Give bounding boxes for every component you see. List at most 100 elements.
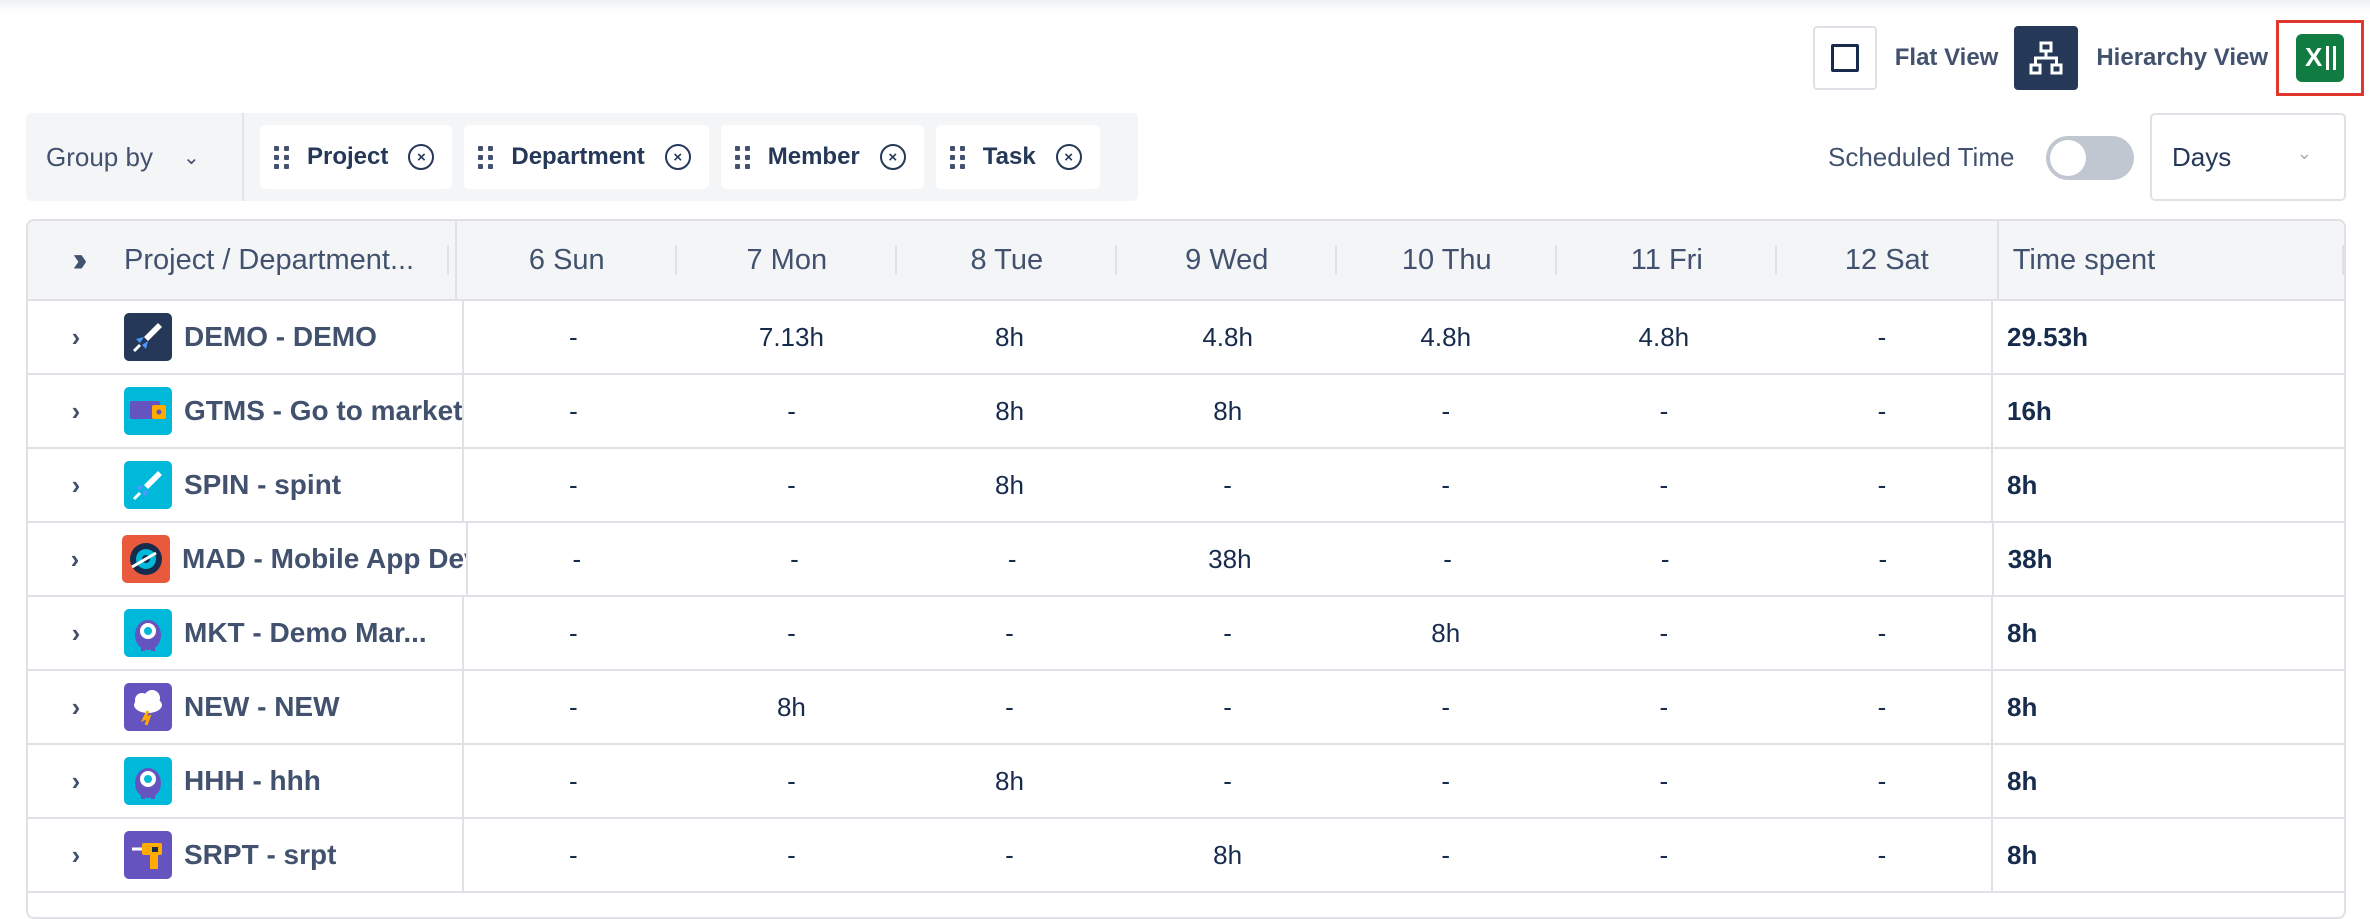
drag-handle-icon[interactable]: [274, 145, 289, 169]
day-cell[interactable]: -: [683, 375, 901, 447]
day-cell[interactable]: -: [1555, 671, 1773, 743]
day-cell[interactable]: -: [1555, 375, 1773, 447]
column-resize-handle[interactable]: [446, 245, 449, 275]
day-cell[interactable]: 7.13h: [682, 301, 900, 373]
day-cell[interactable]: -: [1773, 671, 1991, 743]
day-cell[interactable]: -: [1773, 745, 1991, 817]
project-name[interactable]: GTMS - Go to market: [184, 395, 462, 427]
day-cell[interactable]: -: [1119, 597, 1337, 669]
table-row[interactable]: › SRPT - srpt - - -8h - - -8h: [28, 819, 2344, 893]
row-project-cell[interactable]: › SRPT - srpt: [28, 819, 465, 891]
header-day[interactable]: 8 Tue: [897, 221, 1117, 299]
day-cell[interactable]: -: [900, 671, 1118, 743]
day-cell[interactable]: -: [682, 819, 900, 891]
day-cell[interactable]: -: [1119, 745, 1337, 817]
header-day[interactable]: 6 Sun: [457, 221, 677, 299]
day-cell[interactable]: -: [1773, 819, 1991, 891]
day-cell[interactable]: -: [1555, 597, 1773, 669]
table-row[interactable]: › HHH - hhh - -8h - - - -8h: [28, 745, 2344, 819]
day-cell[interactable]: 8h: [682, 671, 900, 743]
group-chip-task[interactable]: Task ×: [935, 125, 1100, 189]
day-cell[interactable]: -: [1337, 375, 1555, 447]
chevron-right-icon[interactable]: ›: [28, 618, 124, 649]
day-cell[interactable]: 8h: [901, 375, 1119, 447]
chevron-right-icon[interactable]: ›: [28, 322, 124, 353]
day-cell[interactable]: -: [1555, 449, 1773, 521]
project-name[interactable]: SPIN - spint: [184, 469, 341, 501]
header-day[interactable]: 10 Thu: [1337, 221, 1557, 299]
day-cell[interactable]: -: [900, 819, 1118, 891]
day-cell[interactable]: 8h: [1119, 375, 1337, 447]
group-chip-department[interactable]: Department ×: [464, 125, 709, 189]
day-cell[interactable]: -: [1773, 597, 1991, 669]
project-name[interactable]: HHH - hhh: [184, 765, 321, 797]
day-cell[interactable]: -: [464, 301, 682, 373]
day-cell[interactable]: -: [1555, 745, 1773, 817]
project-name[interactable]: MKT - Demo Mar...: [184, 617, 427, 649]
header-day[interactable]: 9 Wed: [1117, 221, 1337, 299]
day-cell[interactable]: 8h: [1337, 597, 1555, 669]
remove-circle-icon[interactable]: ×: [879, 144, 906, 170]
day-cell[interactable]: -: [1773, 301, 1991, 373]
day-cell[interactable]: -: [1555, 819, 1773, 891]
day-cell[interactable]: -: [900, 597, 1118, 669]
day-cell[interactable]: -: [1339, 523, 1557, 595]
day-cell[interactable]: -: [1774, 523, 1992, 595]
table-row[interactable]: › MAD - Mobile App Dev - - -38h - - -38h: [28, 523, 2344, 597]
day-cell[interactable]: -: [468, 523, 686, 595]
export-excel-button[interactable]: X: [2276, 20, 2364, 96]
table-row[interactable]: › NEW - NEW -8h - - - - -8h: [28, 671, 2344, 745]
day-cell[interactable]: 38h: [1121, 523, 1339, 595]
day-cell[interactable]: -: [1119, 449, 1337, 521]
chevron-right-icon[interactable]: ›: [28, 544, 122, 575]
header-day[interactable]: 11 Fri: [1557, 221, 1777, 299]
day-cell[interactable]: -: [1773, 375, 1991, 447]
group-chip-member[interactable]: Member ×: [720, 125, 924, 189]
row-project-cell[interactable]: › GTMS - Go to market: [28, 375, 465, 447]
day-cell[interactable]: -: [1337, 671, 1555, 743]
day-cell[interactable]: -: [464, 819, 682, 891]
chevron-right-icon[interactable]: ›: [28, 396, 124, 427]
day-cell[interactable]: -: [686, 523, 904, 595]
day-cell[interactable]: 8h: [1119, 819, 1337, 891]
day-cell[interactable]: -: [1556, 523, 1774, 595]
day-cell[interactable]: -: [682, 745, 900, 817]
row-project-cell[interactable]: › DEMO - DEMO: [28, 301, 465, 373]
drag-handle-icon[interactable]: [949, 145, 965, 169]
table-row[interactable]: › DEMO - DEMO -7.13h 8h 4.8h 4.8h 4.8h -29.53h: [28, 301, 2344, 375]
header-project-department[interactable]: Project / Department...: [124, 244, 414, 277]
day-cell[interactable]: -: [1119, 671, 1337, 743]
header-day[interactable]: 12 Sat: [1777, 221, 1997, 299]
day-cell[interactable]: -: [1337, 449, 1555, 521]
day-cell[interactable]: -: [1337, 745, 1555, 817]
day-cell[interactable]: 8h: [900, 449, 1118, 521]
project-name[interactable]: SRPT - srpt: [184, 839, 336, 871]
drag-handle-icon[interactable]: [734, 145, 750, 169]
day-cell[interactable]: -: [903, 523, 1121, 595]
day-cell[interactable]: -: [464, 597, 682, 669]
day-cell[interactable]: -: [464, 375, 682, 447]
project-name[interactable]: DEMO - DEMO: [184, 321, 377, 353]
flat-view-toggle[interactable]: [1812, 26, 1877, 90]
flat-view-label[interactable]: Flat View: [1895, 44, 1999, 72]
group-by-dropdown[interactable]: Group by ⌄: [26, 113, 244, 201]
day-cell[interactable]: -: [1337, 819, 1555, 891]
table-row[interactable]: › GTMS - Go to market - -8h 8h - - -16h: [28, 375, 2344, 449]
row-project-cell[interactable]: › HHH - hhh: [28, 745, 465, 817]
period-select[interactable]: Days ⌄: [2150, 113, 2346, 201]
project-name[interactable]: NEW - NEW: [184, 691, 340, 723]
chevron-right-icon[interactable]: ›: [28, 692, 124, 723]
chevron-right-icon[interactable]: ›: [28, 470, 124, 501]
drag-handle-icon[interactable]: [478, 145, 494, 169]
day-cell[interactable]: -: [1773, 449, 1991, 521]
row-project-cell[interactable]: › MKT - Demo Mar...: [28, 597, 465, 669]
hierarchy-view-toggle[interactable]: [2014, 26, 2079, 90]
day-cell[interactable]: 4.8h: [1119, 301, 1337, 373]
project-name[interactable]: MAD - Mobile App Dev: [182, 543, 466, 575]
day-cell[interactable]: -: [682, 449, 900, 521]
row-project-cell[interactable]: › SPIN - spint: [28, 449, 465, 521]
remove-circle-icon[interactable]: ×: [664, 144, 691, 170]
day-cell[interactable]: -: [464, 671, 682, 743]
table-row[interactable]: › SPIN - spint - -8h - - - -8h: [28, 449, 2344, 523]
day-cell[interactable]: 4.8h: [1555, 301, 1773, 373]
